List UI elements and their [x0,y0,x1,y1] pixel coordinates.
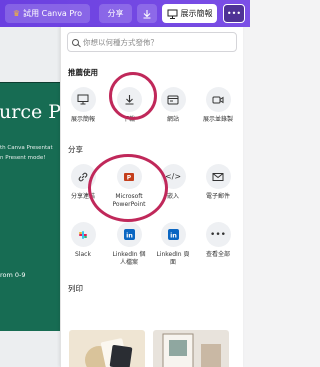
option-label: Microsoft PowerPoint [112,193,146,208]
option-label: 查看全部 [205,251,230,258]
slide-preview[interactable]: urce Po th Canva Presentat n Present mod… [0,82,62,331]
download-button[interactable] [137,4,157,23]
slide-subtitle: n Present mode! [0,155,46,161]
svg-text:in: in [126,231,133,239]
option-label: 嵌入 [166,193,179,200]
search-input[interactable] [83,37,233,47]
option-label: 網站 [166,116,179,123]
present-icon [167,9,177,19]
publish-panel: 推薦使用 展示簡報 下載 網站 展示並錄製 分享 分享連結 P Microsof… [60,27,243,367]
linkedin-page-option[interactable]: in LinkedIn 頁面 [156,222,190,267]
download-icon [116,87,142,112]
svg-text:in: in [170,231,177,239]
embed-icon: </> [160,164,186,189]
poster-frame-photo [153,330,229,367]
try-pro-label: 試用 Canva Pro [23,9,83,18]
slide-title: urce Po [0,101,62,123]
more-icon: ••• [205,222,231,247]
option-label: 展示簡報 [70,116,95,123]
download-icon [143,9,151,19]
present-icon [70,87,96,112]
section-share-title: 分享 [68,145,83,154]
crown-icon: ♛ [12,9,21,18]
see-all-option[interactable]: ••• 查看全部 [201,222,235,259]
top-toolbar: ♛ 試用 Canva Pro 分享 展示簡報 ••• [0,0,250,27]
email-option[interactable]: 電子郵件 [201,164,235,201]
business-card-photo [69,330,145,367]
option-label: Slack [75,251,91,258]
slack-option[interactable]: Slack [66,222,100,259]
website-option[interactable]: 網站 [156,87,190,124]
slack-icon [70,222,96,247]
share-link-option[interactable]: 分享連結 [66,164,100,201]
present-label: 展示簡報 [180,9,213,18]
record-option[interactable]: 展示並錄製 [201,87,235,124]
more-options-button[interactable]: ••• [223,4,245,23]
panel-scrollbar[interactable] [246,27,250,367]
print-product-thumbnail[interactable] [153,330,229,367]
linkedin-icon: in [160,222,186,247]
linkedin-profile-option[interactable]: in LinkedIn 個人檔案 [112,222,146,267]
present-button[interactable]: 展示簡報 [162,4,217,23]
option-label: 電子郵件 [205,193,230,200]
linkedin-icon: in [116,222,142,247]
option-label: LinkedIn 頁面 [156,251,190,266]
present-option[interactable]: 展示簡報 [66,87,100,124]
share-button[interactable]: 分享 [99,4,132,23]
section-recommended-title: 推薦使用 [68,68,98,77]
record-icon [205,87,231,112]
svg-text:P: P [127,174,132,181]
print-product-thumbnail[interactable] [69,330,145,367]
link-icon [70,164,96,189]
try-pro-button[interactable]: ♛ 試用 Canva Pro [5,4,90,23]
website-icon [160,87,186,112]
option-label: 分享連結 [70,193,95,200]
publish-search [67,32,237,52]
email-icon [205,164,231,189]
option-label: 展示並錄製 [202,116,233,123]
powerpoint-icon: P [116,164,142,189]
search-icon [72,38,79,46]
option-label: 下載 [122,116,135,123]
download-option[interactable]: 下載 [112,87,146,124]
slide-subtitle: th Canva Presentat [0,145,53,151]
slide-text: rom 0-9 [0,271,26,279]
option-label: LinkedIn 個人檔案 [112,251,146,266]
section-print-title: 列印 [68,284,83,293]
embed-option[interactable]: </> 嵌入 [156,164,190,201]
powerpoint-option[interactable]: P Microsoft PowerPoint [112,164,146,209]
